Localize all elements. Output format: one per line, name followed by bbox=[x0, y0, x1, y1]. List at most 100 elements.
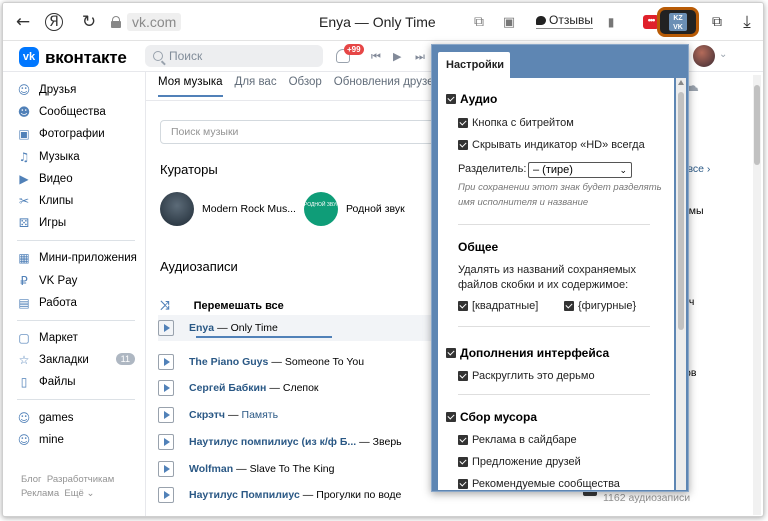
sidebar-ads-option[interactable]: Реклама в сайдбаре bbox=[458, 434, 577, 446]
checkbox-checked[interactable] bbox=[458, 457, 468, 467]
play-icon[interactable] bbox=[158, 407, 174, 423]
checkbox-checked[interactable] bbox=[458, 118, 468, 128]
track-row[interactable]: Сергей Бабкин — Слепок bbox=[158, 375, 458, 401]
copy-icon[interactable]: ⧉ bbox=[469, 12, 489, 32]
sidebar-item-work[interactable]: ▤ Работа bbox=[17, 292, 137, 314]
curator-item[interactable]: Modern Rock Mus... bbox=[160, 192, 296, 226]
checkbox-checked[interactable] bbox=[446, 348, 456, 358]
hide-hd-option[interactable]: Скрывать индикатор «HD» всегда bbox=[458, 139, 645, 151]
checkbox-checked[interactable] bbox=[458, 479, 468, 489]
footer-more-link[interactable]: Ещё ⌄ bbox=[64, 488, 94, 499]
checkbox-checked[interactable] bbox=[564, 301, 574, 311]
play-icon[interactable] bbox=[158, 487, 174, 503]
reviews-button[interactable]: Отзывы bbox=[536, 13, 593, 29]
ui-group-toggle[interactable]: Дополнения интерфейса bbox=[446, 346, 609, 360]
friend-suggestions-option[interactable]: Предложение друзей bbox=[458, 456, 581, 468]
sidebar-item-market[interactable]: ▢ Маркет bbox=[17, 327, 137, 349]
track-row[interactable]: Наутилус Помпилиус — Прогулки по воде bbox=[158, 482, 458, 508]
sidebar-item-games[interactable]: ⚄ Игры bbox=[17, 212, 137, 234]
checkbox-checked[interactable] bbox=[446, 94, 456, 104]
track-artist[interactable]: Скрэтч bbox=[189, 409, 225, 421]
square-brackets-option[interactable]: [квадратные] bbox=[458, 300, 538, 312]
extensions-icon[interactable]: ⧉ bbox=[707, 12, 727, 32]
footer-dev-link[interactable]: Разработчикам bbox=[47, 474, 114, 485]
address-bar[interactable]: vk.com bbox=[111, 13, 182, 31]
unround-option[interactable]: Раскруглить это дерьмо bbox=[458, 370, 595, 382]
tab-my-music[interactable]: Моя музыка bbox=[158, 76, 223, 97]
download-icon[interactable]: ⤓ bbox=[737, 12, 757, 32]
track-row[interactable]: The Piano Guys — Someone To You bbox=[158, 349, 458, 375]
play-icon[interactable] bbox=[158, 354, 174, 370]
tab-for-you[interactable]: Для вас bbox=[235, 76, 277, 97]
vk-brand[interactable]: вконтакте bbox=[45, 48, 127, 68]
shuffle-all-button[interactable]: ⤨ Перемешать все bbox=[160, 298, 284, 313]
play-icon[interactable]: ▶ bbox=[393, 50, 401, 63]
play-icon[interactable] bbox=[158, 320, 174, 336]
sidebar-item-files[interactable]: ▯ Файлы bbox=[17, 371, 137, 393]
curly-brackets-option[interactable]: {фигурные} bbox=[564, 300, 636, 312]
scroll-up-icon[interactable] bbox=[678, 80, 684, 85]
recommended-communities-option[interactable]: Рекомендуемые сообщества bbox=[458, 478, 620, 490]
vk-search-input[interactable]: Поиск bbox=[145, 45, 323, 67]
music-search-input[interactable]: Поиск музыки bbox=[160, 120, 450, 144]
settings-scrollbar[interactable] bbox=[676, 78, 686, 490]
track-progress-bar[interactable] bbox=[196, 336, 332, 338]
track-title[interactable]: Память bbox=[242, 409, 279, 421]
bookmark-icon[interactable]: ▮ bbox=[601, 12, 621, 32]
audio-group-toggle[interactable]: Аудио bbox=[446, 92, 497, 106]
tabs-counter-icon[interactable]: ▣ bbox=[499, 12, 519, 32]
track-row[interactable]: Скрэтч — Память bbox=[158, 402, 458, 428]
track-artist[interactable]: The Piano Guys bbox=[189, 356, 268, 368]
vk-logo-icon[interactable]: vk bbox=[19, 47, 39, 67]
sidebar-item-clips[interactable]: ✂ Клипы bbox=[17, 190, 137, 212]
sidebar-item-games-group[interactable]: ☺ games bbox=[17, 406, 137, 428]
chevron-down-icon: ⌄ bbox=[619, 166, 627, 176]
settings-scrollbar-thumb[interactable] bbox=[678, 92, 684, 330]
photos-icon: ▣ bbox=[18, 127, 30, 142]
sidebar-item-communities[interactable]: ☻ Сообщества bbox=[17, 101, 137, 123]
sidebar-item-video[interactable]: ▶ Видео bbox=[17, 168, 137, 190]
junk-group-toggle[interactable]: Сбор мусора bbox=[446, 410, 537, 424]
track-row[interactable]: Наутилус помпилиус (из к/ф Б... — Зверь bbox=[158, 429, 458, 455]
footer-blog-link[interactable]: Блог bbox=[21, 474, 42, 485]
checkbox-checked[interactable] bbox=[446, 412, 456, 422]
back-icon[interactable]: ← bbox=[13, 12, 33, 32]
sidebar-item-bookmarks[interactable]: ☆ Закладки 11 bbox=[17, 349, 137, 371]
sidebar-item-music[interactable]: ♫ Музыка bbox=[17, 146, 137, 168]
footer-ads-link[interactable]: Реклама bbox=[21, 488, 59, 499]
sidebar-item-photos[interactable]: ▣ Фотографии bbox=[17, 123, 137, 145]
checkbox-checked[interactable] bbox=[458, 435, 468, 445]
track-row[interactable]: Wolfman — Slave To The King bbox=[158, 456, 458, 482]
sidebar-item-label: Видео bbox=[39, 172, 73, 185]
checkbox-checked[interactable] bbox=[458, 371, 468, 381]
avatar[interactable] bbox=[693, 45, 715, 67]
play-icon[interactable] bbox=[158, 461, 174, 477]
yandex-icon[interactable]: Я bbox=[45, 13, 63, 31]
reload-icon[interactable]: ↻ bbox=[79, 12, 99, 32]
play-icon[interactable] bbox=[158, 380, 174, 396]
sidebar-item-vkpay[interactable]: ₽ VK Pay bbox=[17, 270, 137, 292]
track-artist[interactable]: Wolfman bbox=[189, 463, 233, 475]
extension-kz-button[interactable]: KZ VK bbox=[657, 7, 699, 37]
tab-friends-updates[interactable]: Обновления друзей bbox=[334, 76, 440, 97]
checkbox-checked[interactable] bbox=[458, 301, 468, 311]
settings-tab[interactable]: Настройки bbox=[438, 52, 510, 78]
prev-track-icon[interactable]: ⏮ bbox=[371, 50, 381, 64]
chevron-down-icon[interactable]: ⌄ bbox=[719, 49, 727, 60]
play-icon[interactable] bbox=[158, 434, 174, 450]
sidebar-item-mine-group[interactable]: ☺ mine bbox=[17, 429, 137, 451]
curator-item[interactable]: РОДНОЙ ЗВУК Родной звук bbox=[304, 192, 405, 226]
sidebar-item-mini-apps[interactable]: ▦ Мини-приложения bbox=[17, 247, 137, 269]
next-track-icon[interactable]: ⏭ bbox=[415, 50, 425, 64]
tab-overview[interactable]: Обзор bbox=[289, 76, 322, 97]
sidebar-item-friends[interactable]: ☺ Друзья bbox=[17, 79, 137, 101]
track-artist[interactable]: Enya bbox=[189, 322, 214, 334]
page-scrollbar-thumb[interactable] bbox=[754, 85, 760, 165]
track-artist[interactable]: Наутилус помпилиус (из к/ф Б... bbox=[189, 436, 356, 448]
checkbox-checked[interactable] bbox=[458, 140, 468, 150]
page-scrollbar[interactable] bbox=[753, 75, 761, 515]
track-artist[interactable]: Сергей Бабкин bbox=[189, 382, 266, 394]
separator-select[interactable]: – (тире) ⌄ bbox=[528, 162, 632, 178]
bitrate-button-option[interactable]: Кнопка с битрейтом bbox=[458, 117, 574, 129]
track-artist[interactable]: Наутилус Помпилиус bbox=[189, 489, 300, 501]
